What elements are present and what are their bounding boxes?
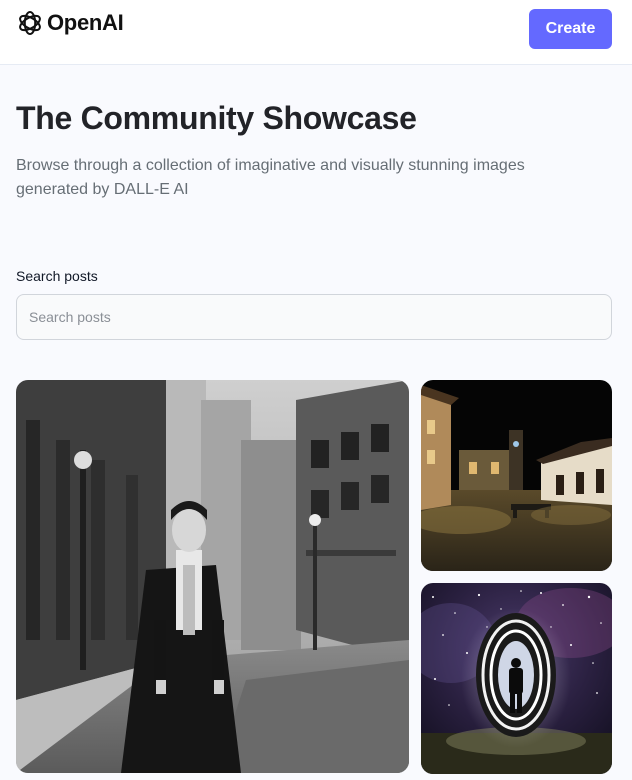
openai-logo-icon [19, 11, 41, 35]
top-header: OpenAI Create [0, 0, 632, 65]
post-image [421, 380, 612, 571]
page-description: Browse through a collection of imaginati… [16, 157, 525, 198]
openai-logo[interactable]: OpenAI [16, 9, 124, 37]
search-label: Search posts [16, 268, 98, 284]
post-image [421, 583, 612, 774]
logo-text: OpenAI [47, 10, 124, 35]
search-input[interactable] [16, 294, 612, 340]
create-button[interactable]: Create [529, 9, 612, 49]
post-card[interactable] [16, 380, 409, 773]
post-card[interactable] [421, 380, 612, 571]
post-card[interactable] [421, 583, 612, 774]
page-title: The Community Showcase [16, 100, 417, 136]
post-image [16, 380, 409, 773]
